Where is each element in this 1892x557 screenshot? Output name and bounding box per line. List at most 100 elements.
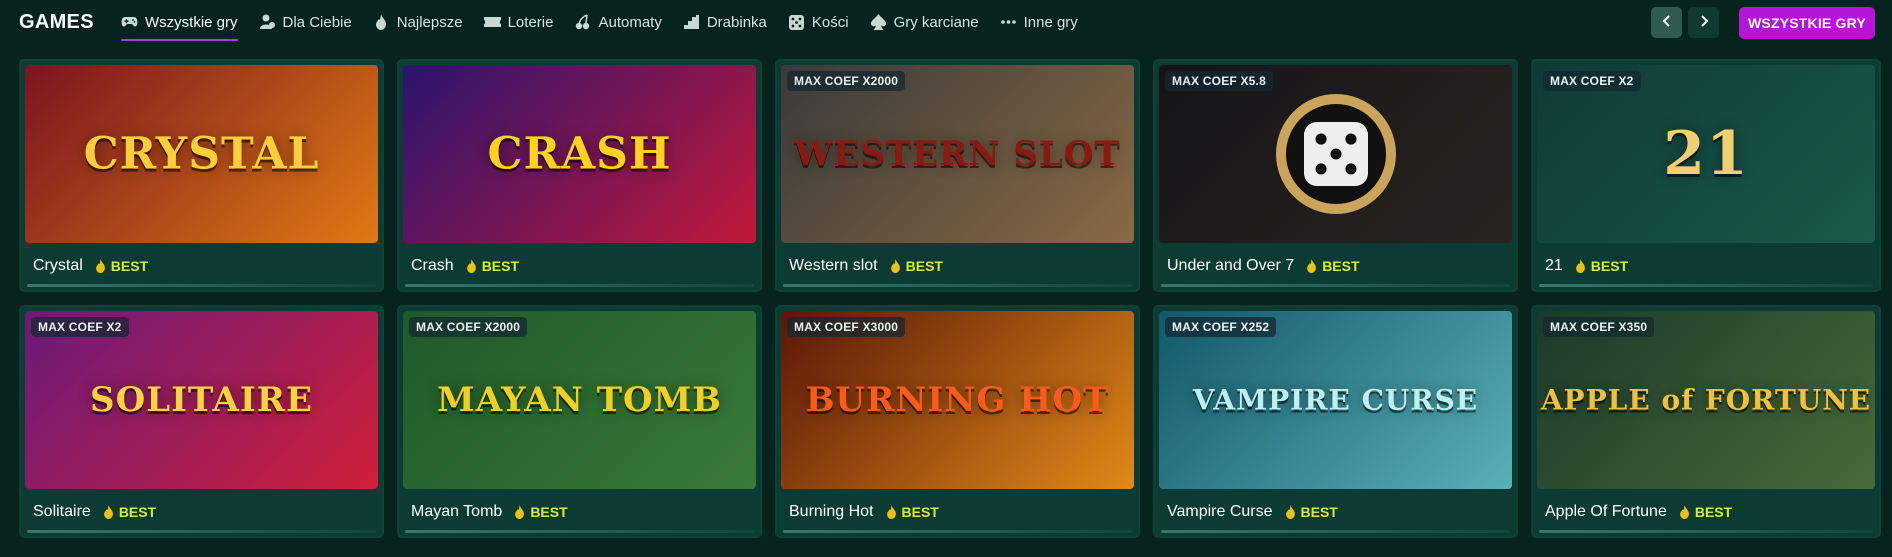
tab-najlepsze[interactable]: Najlepsze [373,2,463,42]
best-badge: BEST [103,504,156,520]
game-thumbnail[interactable]: CRASH [403,65,756,243]
best-label: BEST [1694,504,1733,520]
game-thumbnail[interactable]: MAX COEF X5.8 [1159,65,1512,243]
game-name: Western slot [789,257,878,274]
game-name: 21 [1545,257,1563,274]
tab-label: Drabinka [706,13,767,31]
game-thumbnail[interactable]: APPLE of FORTUNE MAX COEF X350 [1537,311,1875,489]
chevron-left-icon [1662,14,1672,32]
tab-label: Inne gry [1023,13,1078,31]
card-divider [783,284,1132,287]
spade-icon [870,14,887,31]
game-logo: APPLE of FORTUNE [1540,383,1872,417]
game-thumbnail[interactable]: BURNING HOT MAX COEF X3000 [781,311,1134,489]
game-name: Solitaire [33,503,91,520]
game-name: Under and Over 7 [1167,257,1295,274]
tab-inne-gry[interactable]: Inne gry [1000,2,1078,42]
tab-label: Dla Ciebie [282,13,352,31]
card-divider [1161,284,1510,287]
game-card[interactable]: SOLITAIRE MAX COEF X2 Solitaire BEST [19,305,384,538]
max-coef-badge: MAX COEF X350 [1543,317,1655,337]
best-badge: BEST [1285,504,1338,520]
card-footer: Vampire Curse BEST [1167,502,1338,522]
tab-dla-ciebie[interactable]: Dla Ciebie [259,2,352,42]
fire-icon [103,505,114,519]
best-badge: BEST [514,504,568,520]
ticket-icon [483,14,501,31]
fire-icon [514,505,525,519]
game-card[interactable]: MAYAN TOMB MAX COEF X2000 Mayan Tomb BEST [397,305,762,538]
game-card[interactable]: CRASH Crash BEST [397,59,762,292]
best-label: BEST [481,258,520,274]
max-coef-badge: MAX COEF X2 [1543,71,1641,91]
card-divider [783,530,1132,533]
tab-loterie[interactable]: Loterie [483,2,554,42]
game-name: Vampire Curse [1167,503,1273,520]
game-thumbnail[interactable]: CRYSTAL [25,65,378,243]
max-coef-badge: MAX COEF X2000 [409,317,528,337]
all-games-button[interactable]: WSZYSTKIE GRY [1739,7,1875,39]
game-name: Burning Hot [789,503,874,520]
game-name: Apple Of Fortune [1545,503,1667,520]
best-badge: BEST [886,504,939,520]
best-badge: BEST [890,258,943,274]
game-card[interactable]: WESTERN SLOT MAX COEF X2000 Western slot BE… [775,59,1140,292]
chevron-right-icon [1699,14,1709,32]
card-footer: Apple Of Fortune BEST [1545,502,1732,522]
next-button[interactable] [1688,7,1719,38]
best-label: BEST [110,258,149,274]
tab-drabinka[interactable]: Drabinka [683,2,767,42]
tab-kości[interactable]: Kości [788,2,849,42]
card-divider [1539,530,1873,533]
game-thumbnail[interactable]: MAYAN TOMB MAX COEF X2000 [403,311,756,489]
tab-gry-karciane[interactable]: Gry karciane [870,2,979,42]
previous-button[interactable] [1651,7,1682,38]
max-coef-badge: MAX COEF X3000 [787,317,906,337]
max-coef-badge: MAX COEF X2 [31,317,129,337]
game-card[interactable]: 21 MAX COEF X2 21 BEST [1531,59,1881,292]
card-divider [1161,530,1510,533]
game-name: Crystal [33,257,83,274]
game-card[interactable]: MAX COEF X5.8 Under and Over 7 BEST [1153,59,1518,292]
max-coef-badge: MAX COEF X5.8 [1165,71,1273,91]
game-thumbnail[interactable]: VAMPIRE CURSE MAX COEF X252 [1159,311,1512,489]
card-divider [405,284,754,287]
best-label: BEST [1590,258,1629,274]
cherries-icon [574,14,591,31]
game-card[interactable]: CRYSTAL Crystal BEST [19,59,384,292]
max-coef-badge: MAX COEF X252 [1165,317,1277,337]
fire-icon [373,14,390,31]
game-card[interactable]: VAMPIRE CURSE MAX COEF X252 Vampire Curse B… [1153,305,1518,538]
fire-icon [1306,259,1317,273]
best-badge: BEST [1306,258,1360,274]
game-card[interactable]: BURNING HOT MAX COEF X3000 Burning Hot BEST [775,305,1140,538]
best-badge: BEST [1679,504,1732,520]
tab-wszystkie-gry[interactable]: Wszystkie gry [121,2,238,42]
game-logo: MAYAN TOMB [436,380,722,420]
top-bar: GAMES Wszystkie gry Dla Ciebie Najlepsze Lo… [0,0,1892,44]
card-footer: Crystal BEST [33,256,148,276]
dots-icon [1000,14,1017,31]
tab-label: Loterie [507,13,554,31]
card-footer: Under and Over 7 BEST [1167,256,1360,276]
card-footer: Mayan Tomb BEST [411,502,568,522]
game-logo: VAMPIRE CURSE [1192,383,1479,417]
card-divider [1539,284,1873,287]
game-thumbnail[interactable]: SOLITAIRE MAX COEF X2 [25,311,378,489]
game-logo: CRYSTAL [83,128,320,180]
card-footer: Solitaire BEST [33,502,156,522]
best-label: BEST [118,504,157,520]
card-divider [27,530,376,533]
game-thumbnail[interactable]: 21 MAX COEF X2 [1537,65,1875,243]
game-thumbnail[interactable]: WESTERN SLOT MAX COEF X2000 [781,65,1134,243]
category-nav: Wszystkie gry Dla Ciebie Najlepsze Loterie A… [121,0,1099,44]
best-label: BEST [530,504,568,520]
card-divider [405,530,754,533]
best-label: BEST [1322,258,1360,274]
game-name: Mayan Tomb [411,503,503,520]
user-icon [259,14,276,31]
fire-icon [1679,505,1690,519]
tab-automaty[interactable]: Automaty [574,2,662,42]
game-card[interactable]: APPLE of FORTUNE MAX COEF X350 Apple Of Fo… [1531,305,1881,538]
dice-icon [788,14,805,31]
